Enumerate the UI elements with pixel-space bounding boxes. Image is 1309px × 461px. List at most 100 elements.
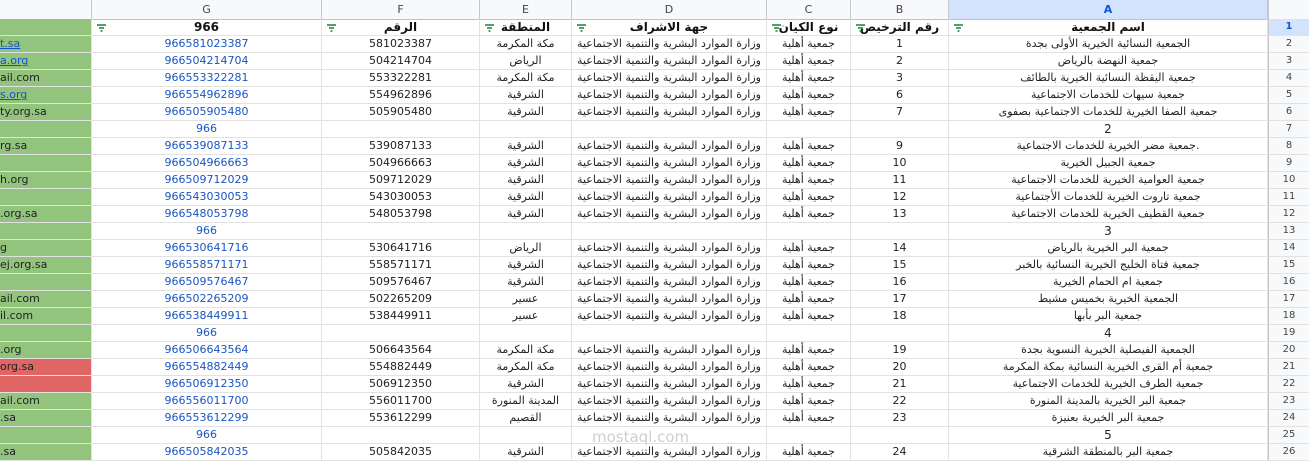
phone-intl-cell[interactable]: 966509712029	[92, 172, 322, 189]
email-cell[interactable]	[0, 223, 92, 240]
entity-type-cell[interactable]: جمعية أهلية	[767, 138, 851, 155]
region-cell[interactable]: الشرقية	[480, 104, 572, 121]
number-cell[interactable]	[322, 223, 480, 240]
phone-intl-cell[interactable]: 966504214704	[92, 53, 322, 70]
supervisor-cell[interactable]: وزارة الموارد البشرية والتنمية الاجتماعي…	[572, 444, 767, 461]
phone-intl-cell[interactable]: 966581023387	[92, 36, 322, 53]
association-name-cell[interactable]: جمعية اليقظة النسائية الخيرية بالطائف	[949, 70, 1268, 87]
region-cell[interactable]	[480, 427, 572, 444]
phone-intl-cell[interactable]: 966553322281	[92, 70, 322, 87]
row-header[interactable]: 9	[1268, 155, 1309, 172]
email-cell[interactable]: t.sa	[0, 36, 92, 53]
region-cell[interactable]	[480, 223, 572, 240]
region-cell[interactable]: الرياض	[480, 240, 572, 257]
email-cell[interactable]	[0, 325, 92, 342]
association-name-cell[interactable]: جمعية مضر الخيرية للخدمات الاجتماعية.	[949, 138, 1268, 155]
region-cell[interactable]: الشرقية	[480, 172, 572, 189]
region-cell[interactable]: الشرقية	[480, 257, 572, 274]
email-cell[interactable]: s.org	[0, 87, 92, 104]
row-header[interactable]: 23	[1268, 393, 1309, 410]
email-cell[interactable]: a.org	[0, 53, 92, 70]
email-cell[interactable]: rg.sa	[0, 138, 92, 155]
email-cell[interactable]	[0, 155, 92, 172]
entity-type-cell[interactable]: جمعية أهلية	[767, 257, 851, 274]
association-name-cell[interactable]: جمعية الجبيل الخيرية	[949, 155, 1268, 172]
region-cell[interactable]: عسير	[480, 308, 572, 325]
number-cell[interactable]: 581023387	[322, 36, 480, 53]
row-header[interactable]: 6	[1268, 104, 1309, 121]
phone-intl-cell[interactable]: 966556011700	[92, 393, 322, 410]
supervisor-cell[interactable]: وزارة الموارد البشرية والتنمية الاجتماعي…	[572, 172, 767, 189]
email-cell[interactable]: ej.org.sa	[0, 257, 92, 274]
license-cell[interactable]: 17	[851, 291, 949, 308]
phone-intl-cell[interactable]: 966	[92, 121, 322, 138]
association-name-cell[interactable]: جمعية العوامية الخيرية للخدمات الاجتماعي…	[949, 172, 1268, 189]
entity-type-cell[interactable]: جمعية أهلية	[767, 359, 851, 376]
number-cell[interactable]: 506912350	[322, 376, 480, 393]
region-cell[interactable]: الرياض	[480, 53, 572, 70]
phone-intl-cell[interactable]: 966558571171	[92, 257, 322, 274]
number-cell[interactable]: 553612299	[322, 410, 480, 427]
filter-icon[interactable]	[855, 22, 866, 33]
license-cell[interactable]: 7	[851, 104, 949, 121]
filter-icon[interactable]	[326, 22, 337, 33]
email-cell[interactable]: h.org	[0, 172, 92, 189]
phone-intl-cell[interactable]: 966506643564	[92, 342, 322, 359]
association-name-cell[interactable]: جمعية ام الحمام الخيرية	[949, 274, 1268, 291]
email-cell[interactable]	[0, 189, 92, 206]
entity-type-cell[interactable]: جمعية أهلية	[767, 291, 851, 308]
region-cell[interactable]: الشرقية	[480, 189, 572, 206]
license-cell[interactable]: 1	[851, 36, 949, 53]
number-cell[interactable]: 505905480	[322, 104, 480, 121]
select-all-corner[interactable]	[1268, 0, 1309, 19]
header-cell-e[interactable]: المنطقة	[480, 19, 572, 36]
supervisor-cell[interactable]: وزارة الموارد البشرية والتنمية الاجتماعي…	[572, 36, 767, 53]
email-cell[interactable]: .org	[0, 342, 92, 359]
row-header[interactable]: 7	[1268, 121, 1309, 138]
email-cell[interactable]	[0, 427, 92, 444]
phone-intl-cell[interactable]: 966538449911	[92, 308, 322, 325]
region-cell[interactable]: الشرقية	[480, 138, 572, 155]
phone-intl-cell[interactable]: 966502265209	[92, 291, 322, 308]
cell-h1[interactable]	[0, 19, 92, 36]
supervisor-cell[interactable]: وزارة الموارد البشرية والتنمية الاجتماعي…	[572, 359, 767, 376]
region-cell[interactable]: عسير	[480, 291, 572, 308]
license-cell[interactable]	[851, 325, 949, 342]
license-cell[interactable]: 6	[851, 87, 949, 104]
supervisor-cell[interactable]: وزارة الموارد البشرية والتنمية الاجتماعي…	[572, 53, 767, 70]
license-cell[interactable]: 15	[851, 257, 949, 274]
association-name-cell[interactable]: جمعية البر الخيرية بعنيزة	[949, 410, 1268, 427]
license-cell[interactable]	[851, 121, 949, 138]
entity-type-cell[interactable]: جمعية أهلية	[767, 104, 851, 121]
phone-intl-cell[interactable]: 966505842035	[92, 444, 322, 461]
group-number-cell[interactable]: 5	[949, 427, 1268, 444]
email-cell[interactable]: ty.org.sa	[0, 104, 92, 121]
entity-type-cell[interactable]: جمعية أهلية	[767, 172, 851, 189]
license-cell[interactable]: 3	[851, 70, 949, 87]
row-header[interactable]: 18	[1268, 308, 1309, 325]
license-cell[interactable]: 23	[851, 410, 949, 427]
row-header[interactable]: 22	[1268, 376, 1309, 393]
number-cell[interactable]: 554962896	[322, 87, 480, 104]
region-cell[interactable]	[480, 325, 572, 342]
row-header[interactable]: 20	[1268, 342, 1309, 359]
supervisor-cell[interactable]: وزارة الموارد البشرية والتنمية الاجتماعي…	[572, 70, 767, 87]
license-cell[interactable]: 21	[851, 376, 949, 393]
entity-type-cell[interactable]: جمعية أهلية	[767, 53, 851, 70]
number-cell[interactable]: 539087133	[322, 138, 480, 155]
number-cell[interactable]: 553322281	[322, 70, 480, 87]
row-header[interactable]: 15	[1268, 257, 1309, 274]
entity-type-cell[interactable]: جمعية أهلية	[767, 342, 851, 359]
entity-type-cell[interactable]: جمعية أهلية	[767, 206, 851, 223]
supervisor-cell[interactable]	[572, 121, 767, 138]
number-cell[interactable]: 506643564	[322, 342, 480, 359]
number-cell[interactable]: 543030053	[322, 189, 480, 206]
number-cell[interactable]: 558571171	[322, 257, 480, 274]
supervisor-cell[interactable]: وزارة الموارد البشرية والتنمية الاجتماعي…	[572, 274, 767, 291]
number-cell[interactable]: 530641716	[322, 240, 480, 257]
column-header-d[interactable]: D	[572, 0, 767, 19]
number-cell[interactable]: 504214704	[322, 53, 480, 70]
phone-intl-cell[interactable]: 966506912350	[92, 376, 322, 393]
license-cell[interactable]: 11	[851, 172, 949, 189]
email-cell[interactable]	[0, 274, 92, 291]
